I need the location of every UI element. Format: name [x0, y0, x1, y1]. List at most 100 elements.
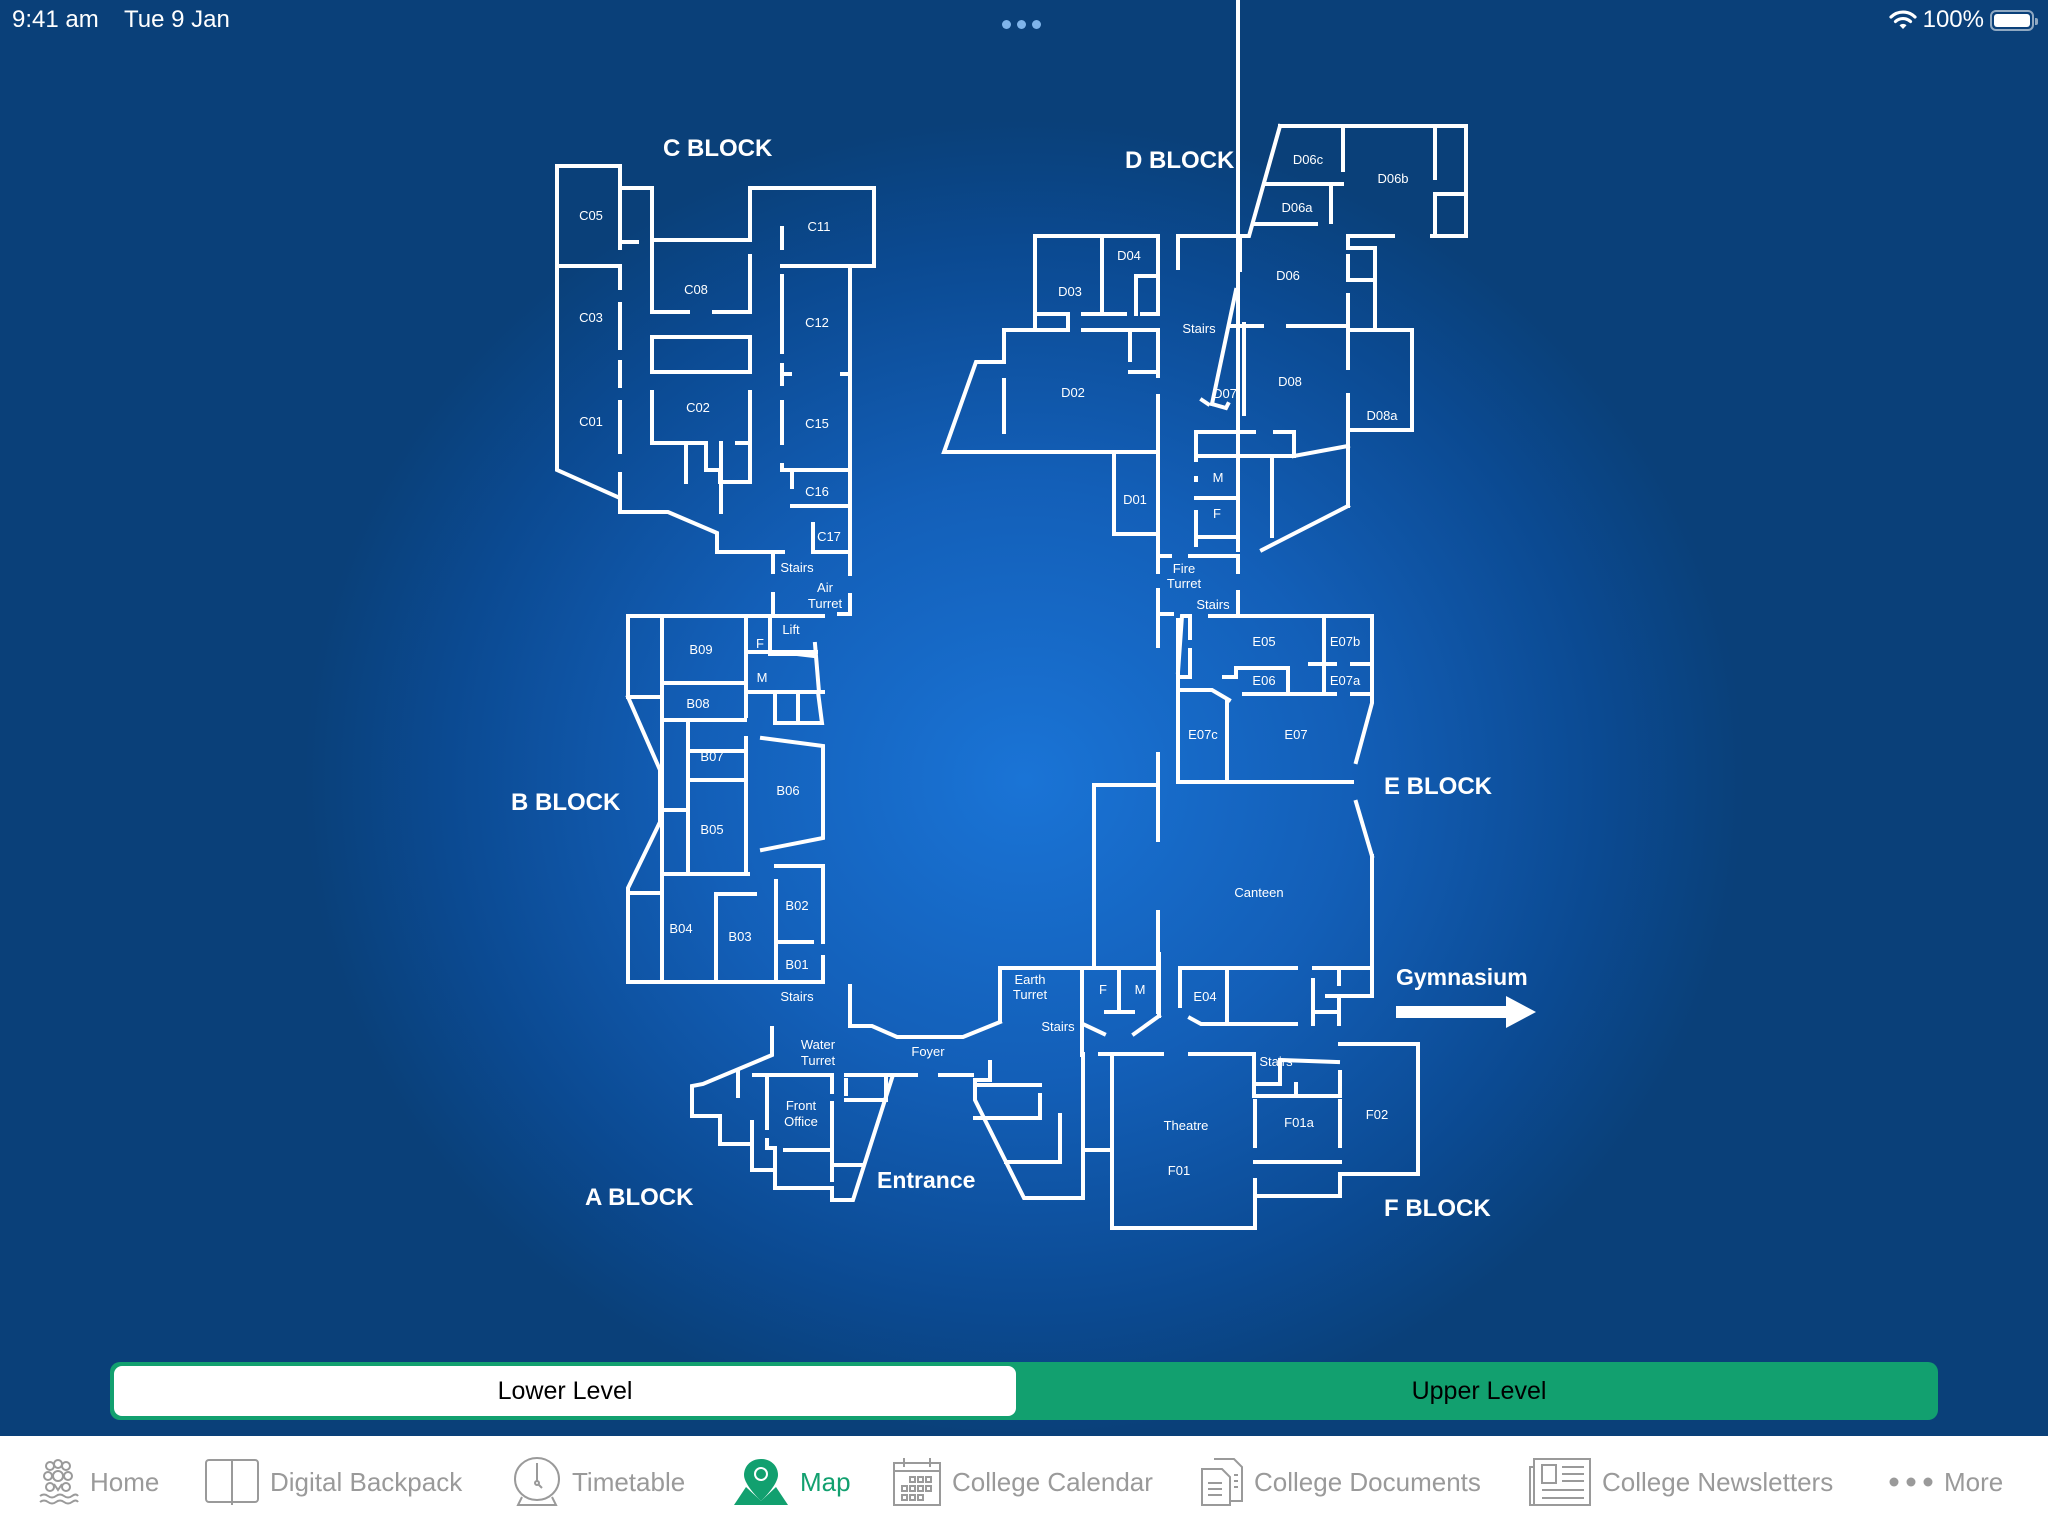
- room-b08[interactable]: B08: [686, 696, 709, 711]
- water-turret-line2[interactable]: Turret: [801, 1053, 836, 1068]
- room-d06c[interactable]: D06c: [1293, 152, 1324, 167]
- block-label-a: A BLOCK: [585, 1184, 694, 1211]
- room-c03[interactable]: C03: [579, 310, 603, 325]
- room-d-stairs[interactable]: Stairs: [1182, 321, 1216, 336]
- tab-college-documents-label: College Documents: [1254, 1466, 1481, 1497]
- clock-icon: [514, 1457, 560, 1506]
- air-turret-line2[interactable]: Turret: [808, 596, 843, 611]
- room-b05[interactable]: B05: [700, 822, 723, 837]
- room-b09[interactable]: B09: [689, 642, 712, 657]
- tab-more[interactable]: More: [1888, 1458, 2003, 1506]
- room-c15[interactable]: C15: [805, 416, 829, 431]
- room-f-stairs[interactable]: Stairs: [1259, 1054, 1293, 1069]
- room-d06a[interactable]: D06a: [1281, 200, 1313, 215]
- tab-digital-backpack[interactable]: Digital Backpack: [204, 1458, 462, 1506]
- tab-college-newsletters[interactable]: College Newsletters: [1528, 1458, 1833, 1506]
- room-c17[interactable]: C17: [817, 529, 841, 544]
- room-d08a[interactable]: D08a: [1366, 408, 1398, 423]
- room-b-male-toilet[interactable]: M: [757, 670, 768, 685]
- room-foyer[interactable]: Foyer: [911, 1044, 945, 1059]
- front-office-line2[interactable]: Office: [784, 1114, 818, 1129]
- book-icon: [205, 1459, 259, 1505]
- floor-plan-map[interactable]: C BLOCK D BLOCK B BLOCK E BLOCK A BLOCK …: [0, 0, 2048, 1340]
- room-c01[interactable]: C01: [579, 414, 603, 429]
- fire-turret-line2[interactable]: Turret: [1167, 576, 1202, 591]
- room-f01[interactable]: F01: [1168, 1163, 1190, 1178]
- room-c05[interactable]: C05: [579, 208, 603, 223]
- room-d07[interactable]: D07: [1213, 386, 1237, 401]
- tab-college-calendar-label: College Calendar: [952, 1466, 1153, 1497]
- room-d04[interactable]: D04: [1117, 248, 1141, 263]
- gymnasium-arrow-icon[interactable]: [1396, 996, 1536, 1028]
- earth-turret-line2[interactable]: Turret: [1013, 987, 1048, 1002]
- room-b03[interactable]: B03: [728, 929, 751, 944]
- room-e-female-toilet[interactable]: F: [1099, 982, 1107, 997]
- room-fire-stairs[interactable]: Stairs: [1196, 597, 1230, 612]
- tab-college-calendar[interactable]: College Calendar: [892, 1458, 1153, 1506]
- room-c11[interactable]: C11: [808, 219, 831, 234]
- tab-timetable-label: Timetable: [572, 1466, 686, 1497]
- room-f02[interactable]: F02: [1366, 1107, 1388, 1122]
- room-e-male-toilet[interactable]: M: [1135, 982, 1146, 997]
- room-c08[interactable]: C08: [684, 282, 708, 297]
- walls: [555, 0, 1468, 1230]
- more-dots-icon: [1889, 1477, 1933, 1487]
- room-lift[interactable]: Lift: [782, 622, 800, 637]
- room-e07b[interactable]: E07b: [1330, 634, 1360, 649]
- documents-icon: [1201, 1458, 1243, 1506]
- room-b01[interactable]: B01: [785, 957, 808, 972]
- room-b04[interactable]: B04: [669, 921, 692, 936]
- block-label-d: D BLOCK: [1125, 147, 1235, 174]
- map-pin-icon: [734, 1459, 788, 1505]
- fire-turret-line1[interactable]: Fire: [1173, 561, 1195, 576]
- block-label-c: C BLOCK: [663, 135, 773, 162]
- lower-level-tab[interactable]: Lower Level: [114, 1366, 1016, 1416]
- upper-level-tab[interactable]: Upper Level: [1024, 1366, 1934, 1416]
- room-earth-stairs[interactable]: Stairs: [1041, 1019, 1075, 1034]
- room-d08[interactable]: D08: [1278, 374, 1302, 389]
- room-b02[interactable]: B02: [785, 898, 808, 913]
- earth-turret-line1[interactable]: Earth: [1014, 972, 1045, 987]
- tab-timetable[interactable]: Timetable: [512, 1457, 686, 1506]
- newspaper-icon: [1529, 1458, 1591, 1506]
- room-e05[interactable]: E05: [1252, 634, 1275, 649]
- block-label-e: E BLOCK: [1384, 773, 1493, 800]
- room-c02[interactable]: C02: [686, 400, 710, 415]
- tab-bar: Home Digital Backpack Timetable Map Coll…: [0, 1436, 2048, 1536]
- room-b-female-toilet[interactable]: F: [756, 636, 764, 651]
- room-c-stairs[interactable]: Stairs: [780, 560, 814, 575]
- room-b07[interactable]: B07: [700, 749, 723, 764]
- room-theatre[interactable]: Theatre: [1164, 1118, 1209, 1133]
- room-d-male-toilet[interactable]: M: [1213, 470, 1224, 485]
- room-e04[interactable]: E04: [1193, 989, 1216, 1004]
- room-c12[interactable]: C12: [805, 315, 829, 330]
- room-d01[interactable]: D01: [1123, 492, 1147, 507]
- tab-home[interactable]: Home: [36, 1458, 159, 1506]
- room-d-female-toilet[interactable]: F: [1213, 506, 1221, 521]
- gymnasium-label[interactable]: Gymnasium: [1396, 964, 1528, 990]
- room-f01a[interactable]: F01a: [1284, 1115, 1314, 1130]
- room-e07c[interactable]: E07c: [1188, 727, 1218, 742]
- air-turret-line1[interactable]: Air: [817, 580, 834, 595]
- room-e06[interactable]: E06: [1252, 673, 1275, 688]
- home-crest-icon: [39, 1459, 79, 1505]
- block-label-b: B BLOCK: [511, 789, 621, 816]
- water-turret-line1[interactable]: Water: [801, 1037, 836, 1052]
- room-b-stairs[interactable]: Stairs: [780, 989, 814, 1004]
- room-d06b[interactable]: D06b: [1377, 171, 1408, 186]
- room-d02[interactable]: D02: [1061, 385, 1085, 400]
- tab-digital-backpack-label: Digital Backpack: [270, 1466, 463, 1497]
- room-b06[interactable]: B06: [776, 783, 799, 798]
- room-d03[interactable]: D03: [1058, 284, 1082, 299]
- room-e07[interactable]: E07: [1284, 727, 1307, 742]
- tab-home-label: Home: [90, 1466, 160, 1497]
- room-e07a[interactable]: E07a: [1330, 673, 1361, 688]
- room-c16[interactable]: C16: [805, 484, 829, 499]
- level-selector: Lower Level Upper Level: [110, 1362, 1938, 1420]
- front-office-line1[interactable]: Front: [786, 1098, 817, 1113]
- tab-college-documents[interactable]: College Documents: [1200, 1458, 1481, 1506]
- room-canteen[interactable]: Canteen: [1234, 885, 1283, 900]
- room-d06[interactable]: D06: [1276, 268, 1300, 283]
- tab-more-label: More: [1944, 1466, 2004, 1497]
- tab-map[interactable]: Map: [732, 1458, 851, 1506]
